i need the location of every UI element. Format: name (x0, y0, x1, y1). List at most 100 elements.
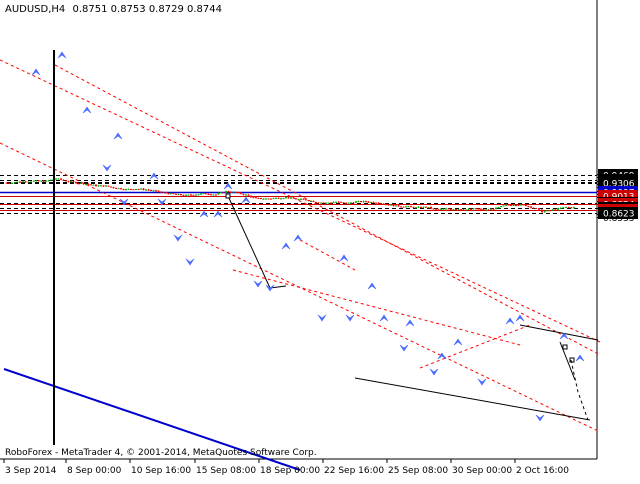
candle-body (397, 205, 400, 207)
candle-body (8, 182, 11, 184)
candle-body (565, 207, 567, 208)
candle-body (65, 180, 67, 182)
candle-body (307, 200, 310, 202)
candle-body (375, 202, 377, 204)
candle-body (487, 209, 490, 211)
candle-body (455, 209, 457, 211)
candle-body (242, 193, 245, 195)
candle-body (185, 194, 187, 196)
candle-body (260, 198, 262, 199)
candle-body (110, 186, 112, 188)
candle-body (72, 181, 75, 183)
candle-body (497, 207, 500, 209)
chart-svg[interactable]: 0.95050.94300.93550.92800.92050.91300.90… (0, 0, 640, 480)
candle-body (157, 190, 160, 192)
candle-body (120, 188, 122, 190)
candle-body (515, 205, 517, 207)
candle-body (337, 201, 340, 203)
candle-body (365, 201, 367, 203)
candle-body (315, 202, 317, 203)
candle-body (402, 206, 405, 208)
candle-body (520, 204, 522, 206)
candle-body (320, 202, 322, 204)
candle-body (197, 194, 200, 196)
candle-body (75, 182, 77, 184)
candle-body (142, 188, 145, 190)
candle-body (50, 179, 52, 181)
candle-body (512, 205, 515, 207)
price-chart[interactable]: 0.95050.94300.93550.92800.92050.91300.90… (0, 0, 640, 480)
time-tick-label-2: 10 Sep 16:00 (131, 466, 191, 476)
candle-body (312, 200, 315, 202)
candle-body (30, 181, 33, 183)
candle-body (517, 205, 520, 207)
candle-body (382, 203, 385, 205)
candle-body (80, 183, 82, 184)
candle-body (70, 181, 72, 183)
candle-body (212, 194, 215, 196)
candle-body (412, 206, 415, 208)
candle-body (345, 202, 347, 204)
candle-body (327, 202, 330, 204)
candle-body (340, 201, 342, 203)
time-tick-label-6: 25 Sep 08:00 (388, 466, 448, 476)
candle-body (115, 187, 117, 189)
candle-body (21, 181, 24, 183)
candle-body (117, 188, 120, 190)
candle-body (292, 197, 295, 199)
candle-body (177, 194, 180, 196)
time-tick-label-8: 2 Oct 16:00 (516, 466, 569, 476)
candle-body (155, 190, 157, 192)
level-label-10: 0.8623 (603, 210, 635, 220)
candle-body (45, 180, 47, 182)
candle-body (360, 201, 362, 203)
candle-body (192, 194, 195, 196)
pattern-point-marker-0 (225, 193, 231, 199)
candle-body (37, 180, 40, 182)
candle-body (95, 184, 97, 187)
candle-body (162, 192, 165, 194)
candle-body (132, 189, 135, 191)
candle-body (180, 194, 182, 196)
candle-body (559, 207, 562, 209)
time-tick-label-5: 22 Sep 16:00 (324, 466, 384, 476)
candle-body (417, 206, 420, 208)
candle-body (305, 199, 307, 201)
candle-body (57, 178, 60, 180)
candle-body (527, 206, 530, 208)
candle-body (145, 189, 147, 191)
candle-body (60, 178, 62, 180)
candle-body (150, 190, 152, 192)
candle-body (460, 209, 462, 211)
candle-body (280, 198, 282, 200)
candle-body (432, 208, 435, 210)
candle-body (247, 194, 250, 196)
candle-body (100, 185, 102, 187)
candle-body (562, 207, 565, 209)
candle-body (355, 201, 357, 203)
candle-body (570, 207, 573, 209)
candle-body (362, 201, 365, 203)
candle-body (437, 209, 440, 211)
candle-body (465, 209, 467, 211)
candle-body (445, 208, 447, 210)
candle-body (367, 201, 370, 203)
candle-body (482, 209, 485, 210)
candle-body (310, 200, 312, 202)
candle-body (425, 206, 427, 208)
candle-body (457, 209, 460, 211)
candle-body (130, 188, 132, 190)
candle-body (11, 183, 13, 184)
candle-body (82, 183, 85, 185)
watermark: RoboForex - MetaTrader 4, © 2001-2014, M… (5, 448, 317, 458)
candle-body (507, 204, 510, 206)
candle-body (530, 206, 532, 208)
candle-body (167, 193, 170, 195)
candle-body (492, 208, 495, 210)
candle-body (467, 208, 470, 210)
candle-body (447, 208, 450, 210)
candle-body (217, 193, 220, 195)
candle-body (270, 198, 272, 200)
candle-body (357, 201, 360, 203)
candle-body (297, 199, 300, 200)
